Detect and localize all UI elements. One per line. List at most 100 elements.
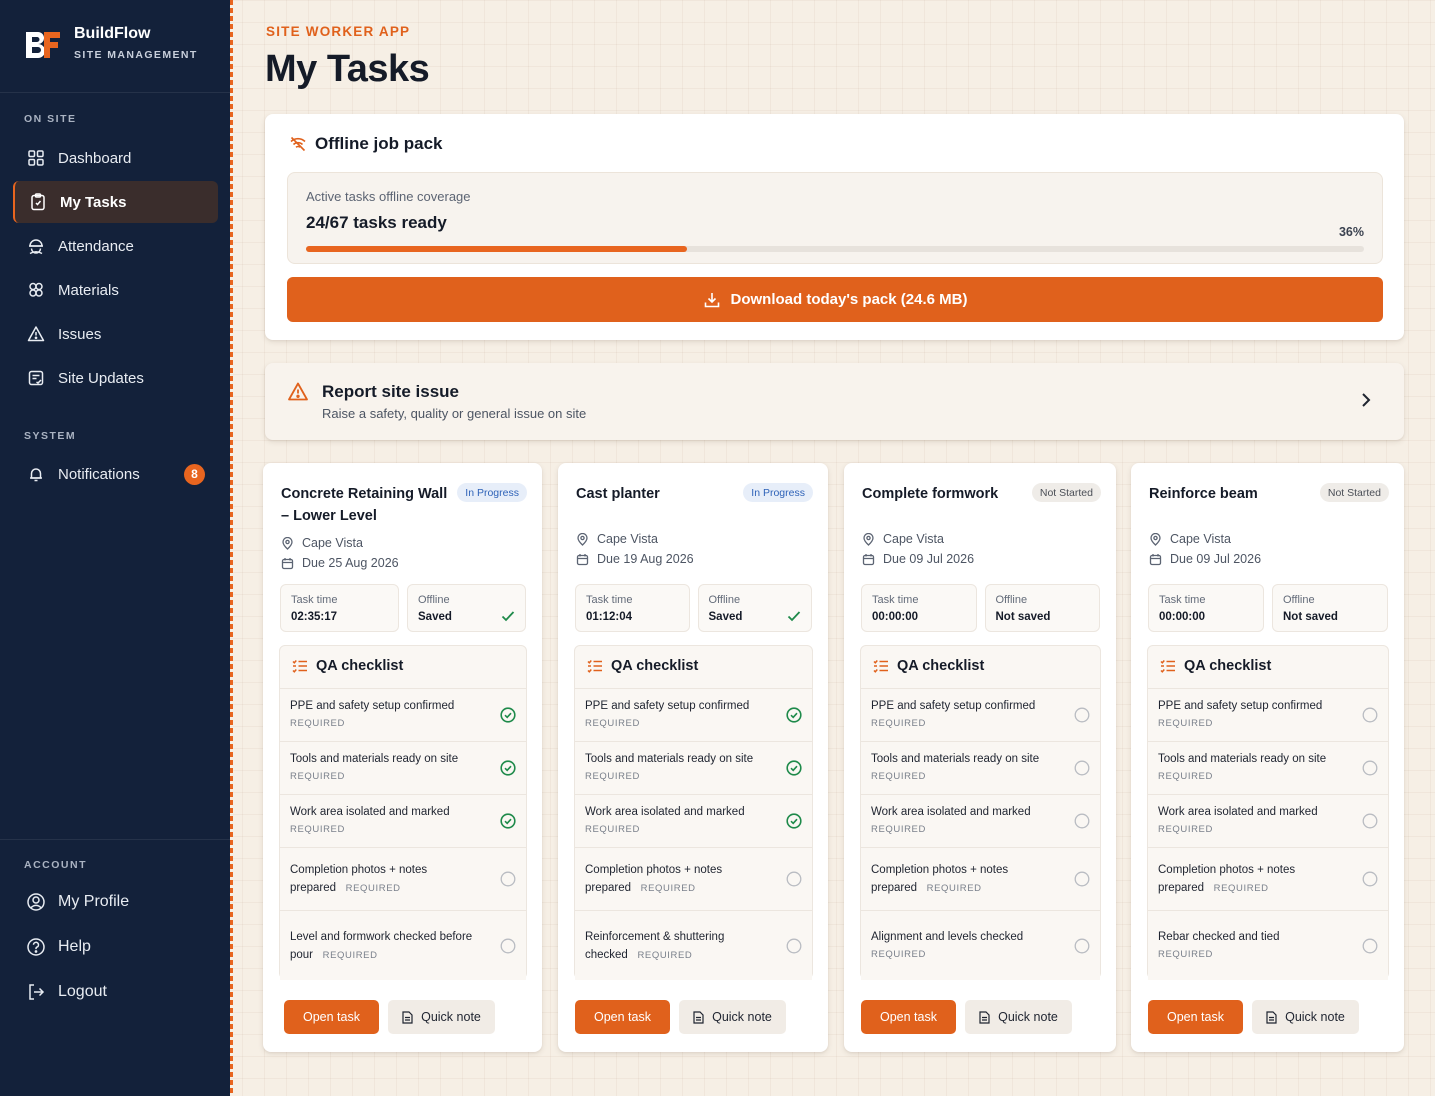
report-site-issue-card[interactable]: Report site issue Raise a safety, qualit…: [265, 363, 1404, 440]
open-task-button[interactable]: Open task: [1148, 1000, 1243, 1034]
empty-circle-icon[interactable]: [500, 871, 516, 892]
qa-item-text: Work area isolated and marked REQUIRED: [290, 803, 450, 839]
qa-item[interactable]: Completion photos + notes prepared REQUI…: [280, 847, 526, 909]
task-location: Cape Vista: [281, 536, 363, 550]
sidebar-item-attendance[interactable]: Attendance: [13, 225, 218, 267]
sidebar-item-issues[interactable]: Issues: [13, 313, 218, 355]
qa-item[interactable]: Level and formwork checked before pour R…: [280, 910, 526, 980]
qa-item[interactable]: Rebar checked and tied REQUIRED: [1148, 910, 1388, 980]
quick-note-button[interactable]: Quick note: [388, 1000, 495, 1034]
required-tag: REQUIRED: [637, 950, 693, 961]
task-card[interactable]: Reinforce beam Not Started Cape Vista Due…: [1131, 463, 1404, 1052]
status-badge: In Progress: [743, 483, 813, 502]
empty-circle-icon[interactable]: [786, 871, 802, 892]
empty-circle-icon[interactable]: [1362, 707, 1378, 728]
report-issue-title: Report site issue: [322, 382, 459, 401]
qa-item-text: Tools and materials ready on site REQUIR…: [290, 750, 458, 786]
offline-pack-title: Offline job pack: [315, 134, 443, 153]
empty-circle-icon[interactable]: [1362, 813, 1378, 834]
sidebar-item-dashboard[interactable]: Dashboard: [13, 137, 218, 179]
qa-item[interactable]: Work area isolated and marked REQUIRED: [280, 794, 526, 846]
qa-item-label: Completion photos + notes: [290, 864, 428, 876]
check-circle-icon[interactable]: [500, 813, 516, 834]
qa-item[interactable]: PPE and safety setup confirmed REQUIRED: [575, 688, 812, 740]
qa-item-label-cont: prepared: [585, 882, 632, 894]
task-due-text: Due 25 Aug 2026: [302, 556, 399, 570]
task-location-text: Cape Vista: [302, 536, 363, 550]
check-circle-icon[interactable]: [786, 760, 802, 781]
qa-item-label: Tools and materials ready on site: [290, 753, 459, 765]
sidebar-item-help[interactable]: Help: [13, 926, 218, 968]
open-task-button[interactable]: Open task: [284, 1000, 379, 1034]
empty-circle-icon[interactable]: [1074, 707, 1090, 728]
sidebar-item-my-profile[interactable]: My Profile: [13, 881, 218, 923]
task-card[interactable]: Complete formwork Not Started Cape Vista …: [844, 463, 1116, 1052]
task-time-value: 01:12:04: [586, 611, 633, 623]
qa-item-label: PPE and safety setup confirmed: [585, 700, 750, 712]
task-time-label: Task time: [586, 594, 633, 606]
qa-item[interactable]: Alignment and levels checked REQUIRED: [861, 910, 1100, 980]
empty-circle-icon[interactable]: [1074, 938, 1090, 959]
task-card[interactable]: Concrete Retaining Wall – Lower Level In …: [263, 463, 542, 1052]
calendar-icon: [281, 557, 295, 570]
sidebar-item-notifications[interactable]: Notifications 8: [13, 453, 218, 495]
qa-item[interactable]: Completion photos + notes prepared REQUI…: [861, 847, 1100, 909]
qa-item-label-cont: prepared: [290, 882, 337, 894]
empty-circle-icon[interactable]: [1362, 938, 1378, 959]
sidebar-item-my-tasks[interactable]: My Tasks: [13, 181, 218, 223]
qa-item[interactable]: Completion photos + notes prepared REQUI…: [575, 847, 812, 909]
qa-item-label: Reinforcement & shuttering: [585, 931, 725, 943]
check-circle-icon[interactable]: [786, 813, 802, 834]
sidebar-item-label: My Tasks: [60, 193, 127, 211]
qa-item[interactable]: Tools and materials ready on site REQUIR…: [280, 741, 526, 793]
offline-status-value: Not saved: [995, 611, 1051, 623]
qa-item[interactable]: PPE and safety setup confirmed REQUIRED: [1148, 688, 1388, 740]
empty-circle-icon[interactable]: [1362, 871, 1378, 892]
task-location: Cape Vista: [862, 532, 944, 546]
qa-item[interactable]: Work area isolated and marked REQUIRED: [575, 794, 812, 846]
empty-circle-icon[interactable]: [1074, 760, 1090, 781]
sidebar-item-materials[interactable]: Materials: [13, 269, 218, 311]
empty-circle-icon[interactable]: [786, 938, 802, 959]
qa-item[interactable]: Work area isolated and marked REQUIRED: [861, 794, 1100, 846]
sidebar-item-site-updates[interactable]: Site Updates: [13, 357, 218, 399]
check-circle-icon[interactable]: [786, 707, 802, 728]
download-pack-button[interactable]: Download today's pack (24.6 MB): [287, 277, 1383, 322]
qa-item-text: Reinforcement & shuttering checked REQUI…: [585, 928, 724, 965]
qa-item[interactable]: Completion photos + notes prepared REQUI…: [1148, 847, 1388, 909]
download-icon: [703, 291, 721, 309]
qa-item-label: Alignment and levels checked: [871, 931, 1024, 943]
sidebar-item-label: Site Updates: [58, 369, 144, 387]
empty-circle-icon[interactable]: [1362, 760, 1378, 781]
qa-item[interactable]: Work area isolated and marked REQUIRED: [1148, 794, 1388, 846]
quick-note-button[interactable]: Quick note: [965, 1000, 1072, 1034]
quick-note-label: Quick note: [1285, 1010, 1345, 1024]
empty-circle-icon[interactable]: [1074, 813, 1090, 834]
qa-item[interactable]: Tools and materials ready on site REQUIR…: [575, 741, 812, 793]
note-icon: [1266, 1010, 1277, 1024]
qa-item-text: Rebar checked and tied REQUIRED: [1158, 928, 1279, 964]
empty-circle-icon[interactable]: [500, 938, 516, 959]
qa-item[interactable]: Reinforcement & shuttering checked REQUI…: [575, 910, 812, 980]
check-circle-icon[interactable]: [500, 707, 516, 728]
empty-circle-icon[interactable]: [1074, 871, 1090, 892]
open-task-button[interactable]: Open task: [861, 1000, 956, 1034]
brand[interactable]: BuildFlow SITE MANAGEMENT: [24, 24, 198, 68]
help-icon: [26, 937, 46, 957]
quick-note-button[interactable]: Quick note: [679, 1000, 786, 1034]
logout-icon: [26, 982, 46, 1002]
qa-item[interactable]: PPE and safety setup confirmed REQUIRED: [861, 688, 1100, 740]
worker-icon: [26, 236, 46, 256]
status-badge: Not Started: [1031, 483, 1101, 502]
required-tag: REQUIRED: [926, 883, 982, 894]
qa-item[interactable]: PPE and safety setup confirmed REQUIRED: [280, 688, 526, 740]
sidebar-item-logout[interactable]: Logout: [13, 971, 218, 1013]
qa-item[interactable]: Tools and materials ready on site REQUIR…: [861, 741, 1100, 793]
open-task-button[interactable]: Open task: [575, 1000, 670, 1034]
qa-item[interactable]: Tools and materials ready on site REQUIR…: [1148, 741, 1388, 793]
qa-item-label: Level and formwork checked before: [290, 931, 473, 943]
quick-note-button[interactable]: Quick note: [1252, 1000, 1359, 1034]
task-card[interactable]: Cast planter In Progress Cape Vista Due 1…: [558, 463, 828, 1052]
sidebar-accent-edge: [230, 0, 233, 1096]
check-circle-icon[interactable]: [500, 760, 516, 781]
